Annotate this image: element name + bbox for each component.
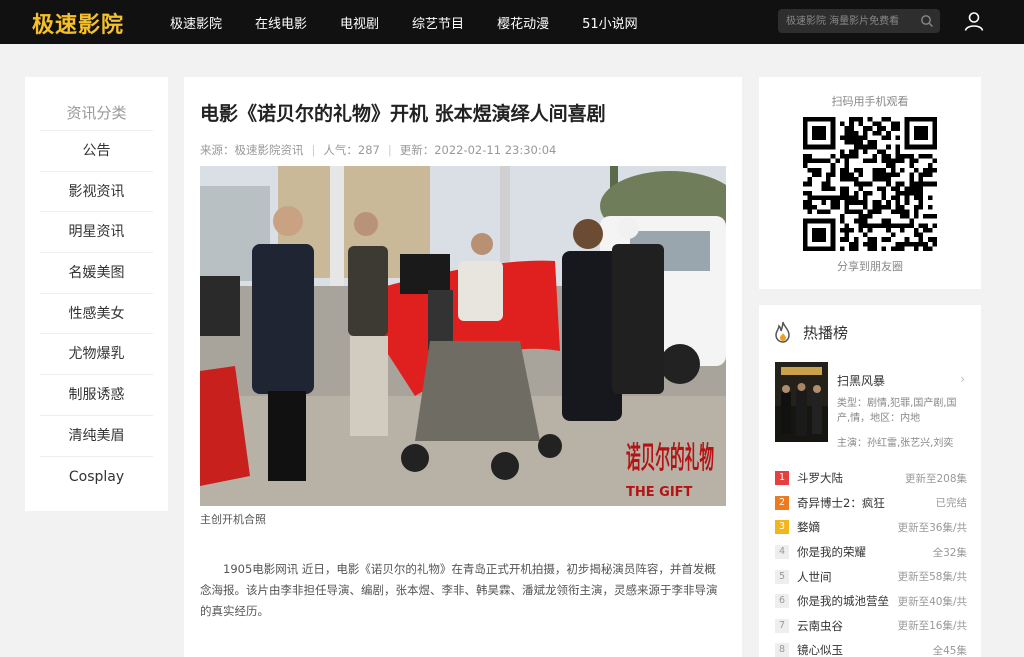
chevron-right-icon[interactable]: › (960, 372, 965, 386)
rank-item[interactable]: 3 婺嫡 更新至36集/共 (775, 515, 967, 540)
rank-title[interactable]: 奇异博士2：疯狂 (797, 495, 885, 511)
rank-title[interactable]: 人世间 (797, 569, 832, 585)
qr-title: 扫码用手机观看 (831, 95, 909, 108)
top-nav-bar: 极速影院 极速影院 在线电影 电视剧 综艺节目 樱花动漫 51小说网 (0, 0, 1024, 44)
rank-status: 更新至40集/共 (897, 595, 967, 608)
rank-title[interactable]: 斗罗大陆 (797, 470, 843, 486)
nav-item-anime[interactable]: 樱花动漫 (497, 13, 549, 32)
rank-number: 4 (775, 545, 789, 560)
rank-item[interactable]: 6 你是我的城池营垒 更新至40集/共 (775, 589, 967, 614)
search-box (778, 9, 940, 33)
category-item-socialite-photos[interactable]: 名媛美图 (40, 252, 153, 293)
rank-number: 1 (775, 471, 789, 486)
category-item-film-news[interactable]: 影视资讯 (40, 170, 153, 212)
rank-item[interactable]: 1 斗罗大陆 更新至208集 (775, 466, 967, 491)
user-icon[interactable] (963, 10, 985, 32)
meta-divider: | (387, 143, 392, 157)
article-updated: 更新：2022-02-11 23:30:04 (399, 143, 557, 157)
article-panel: 电影《诺贝尔的礼物》开机 张本煜演绎人间喜剧 来源：极速影院资讯 | 人气：287 |… (184, 77, 742, 657)
qr-panel: 扫码用手机观看 分享到朋友圈 (759, 77, 981, 289)
rank-title[interactable]: 你是我的荣耀 (797, 544, 866, 560)
category-item-sexy-beauty[interactable]: 性感美女 (40, 292, 153, 334)
category-item-pure-beauty[interactable]: 清纯美眉 (40, 414, 153, 456)
qr-code (803, 117, 937, 251)
rank-title[interactable]: 婺嫡 (797, 519, 820, 535)
qr-modules (803, 117, 937, 251)
rank-title[interactable]: 镜心似玉 (797, 642, 843, 657)
rank-status: 更新至58集/共 (897, 571, 967, 584)
nav-item-tv[interactable]: 电视剧 (340, 13, 379, 32)
rank-item[interactable]: 5 人世间 更新至58集/共 (775, 564, 967, 589)
rank-title[interactable]: 你是我的城池营垒 (797, 593, 889, 609)
article-photo: 诺贝尔的礼物 THE GIFT (200, 166, 726, 506)
rank-status: 更新至208集 (904, 472, 967, 485)
category-item-glamour[interactable]: 尤物爆乳 (40, 333, 153, 374)
article-title: 电影《诺贝尔的礼物》开机 张本煜演绎人间喜剧 (200, 103, 606, 125)
rank-number: 2 (775, 495, 789, 510)
rank-status: 全32集 (932, 546, 967, 559)
rank-number: 7 (775, 618, 789, 633)
category-item-announcements[interactable]: 公告 (40, 130, 153, 171)
rank-item[interactable]: 4 你是我的荣耀 全32集 (775, 540, 967, 565)
meta-divider: | (311, 143, 316, 157)
rank-title[interactable]: 云南虫谷 (797, 618, 843, 634)
article-views: 人气：287 (323, 143, 380, 157)
rank-item[interactable]: 7 云南虫谷 更新至16集/共 (775, 614, 967, 639)
nav-item-home[interactable]: 极速影院 (170, 13, 222, 32)
article-source: 来源：极速影院资讯 (200, 143, 304, 157)
category-list: 公告 影视资讯 明星资讯 名媛美图 性感美女 尤物爆乳 制服诱惑 清纯美眉 Co… (40, 130, 153, 496)
photo-caption: 主创开机合照 (200, 513, 266, 526)
rank-number: 8 (775, 643, 789, 657)
rank-item[interactable]: 8 镜心似玉 全45集 (775, 638, 967, 657)
rank-status: 已完结 (935, 497, 968, 510)
rank-number: 5 (775, 569, 789, 584)
search-input[interactable] (778, 9, 918, 33)
category-item-star-news[interactable]: 明星资讯 (40, 211, 153, 252)
featured-show[interactable]: 扫黑风暴 › 类型：剧情,犯罪,国产剧,国产,情，地区：内地 主演：孙红雷,张艺… (775, 362, 971, 449)
featured-genre: 类型：剧情,犯罪,国产剧,国产,情，地区：内地 (837, 398, 957, 424)
category-item-cosplay[interactable]: Cosplay (40, 455, 153, 497)
main-nav: 极速影院 在线电影 电视剧 综艺节目 樱花动漫 51小说网 (170, 0, 671, 44)
article-body: 1905电影网讯 近日，电影《诺贝尔的礼物》在青岛正式开机拍摄，初步揭秘演员阵容… (200, 562, 718, 618)
rank-status: 全45集 (932, 644, 967, 657)
flame-icon (775, 321, 790, 343)
category-title: 资讯分类 (66, 104, 127, 122)
rank-status: 更新至16集/共 (897, 620, 967, 633)
site-logo[interactable]: 极速影院 (32, 7, 124, 39)
hot-list-panel: 热播榜 扫黑风暴 › 类型：剧情,犯罪,国产剧,国产,情，地区：内地 主演：孙红… (759, 305, 981, 657)
qr-footer: 分享到朋友圈 (837, 260, 903, 273)
featured-cast: 主演：孙红雷,张艺兴,刘奕 (837, 438, 954, 449)
nav-item-movies[interactable]: 在线电影 (255, 13, 307, 32)
rank-number: 3 (775, 520, 789, 535)
category-sidebar: 资讯分类 公告 影视资讯 明星资讯 名媛美图 性感美女 尤物爆乳 制服诱惑 清纯… (25, 77, 168, 511)
poster-text: 诺贝尔的礼物 (626, 441, 714, 476)
category-item-uniform[interactable]: 制服诱惑 (40, 374, 153, 415)
article-meta: 来源：极速影院资讯 | 人气：287 | 更新：2022-02-11 23:30:04 (200, 142, 556, 158)
poster-subtext: THE GIFT (626, 485, 693, 500)
search-icon[interactable] (920, 14, 934, 28)
rank-number: 6 (775, 594, 789, 609)
hot-list-header: 热播榜 (773, 321, 848, 343)
nav-item-variety[interactable]: 综艺节目 (412, 13, 464, 32)
hot-list-title: 热播榜 (803, 323, 849, 342)
poster-image (775, 362, 828, 442)
nav-item-novels[interactable]: 51小说网 (582, 13, 638, 32)
hot-rank-list: 1 斗罗大陆 更新至208集 2 奇异博士2：疯狂 已完结 3 婺嫡 更新至36集/共 4你… (775, 466, 967, 657)
rank-status: 更新至36集/共 (897, 521, 967, 534)
featured-poster[interactable] (775, 362, 828, 442)
featured-name[interactable]: 扫黑风暴 (837, 372, 885, 389)
rank-item[interactable]: 2 奇异博士2：疯狂 已完结 (775, 491, 967, 516)
photo-illustration: 诺贝尔的礼物 THE GIFT (200, 166, 726, 506)
